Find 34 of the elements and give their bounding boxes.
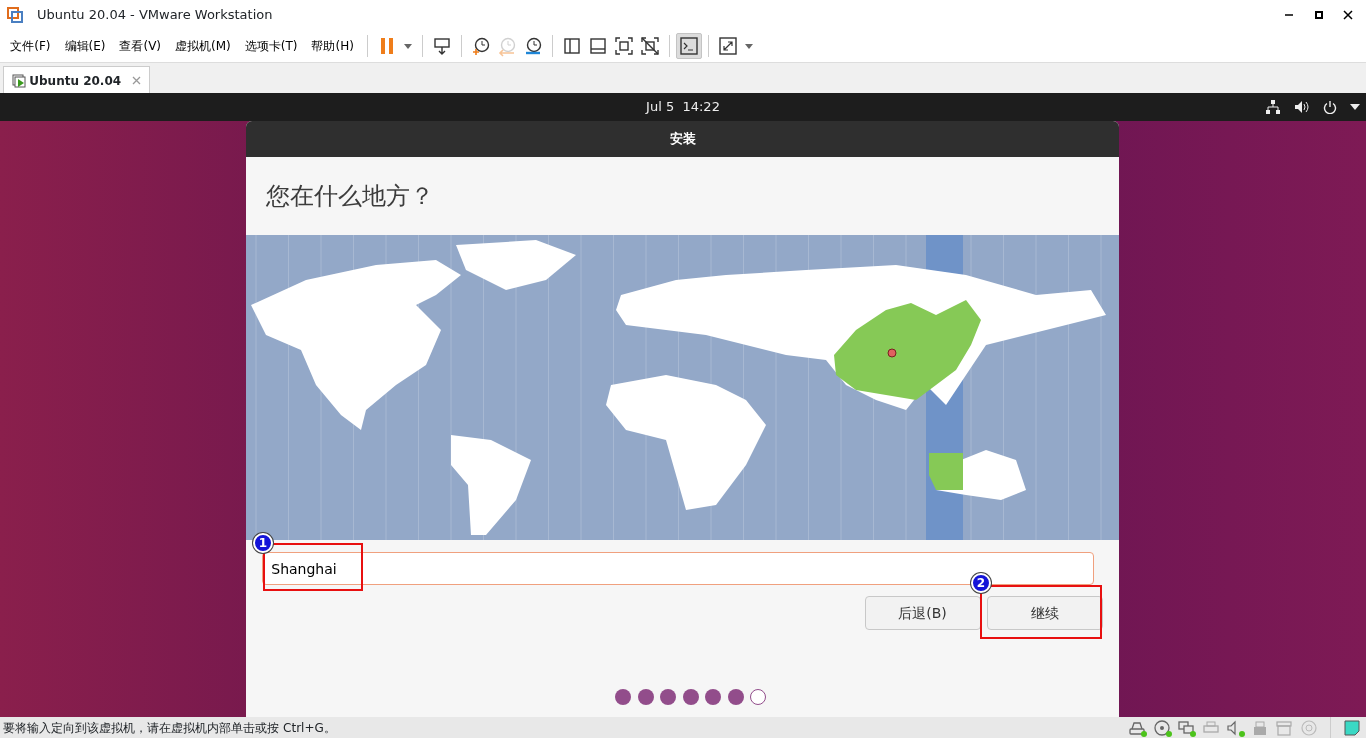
annotation-number: 2 [971, 573, 991, 593]
menu-item[interactable]: 虚拟机(M) [168, 37, 238, 55]
monitors-icon[interactable] [1177, 719, 1195, 736]
close-icon[interactable] [1343, 10, 1353, 20]
maximize-icon[interactable] [1313, 10, 1324, 20]
back-button[interactable]: 后退(B) [864, 596, 981, 630]
note-icon[interactable] [1343, 719, 1360, 736]
tab-label: Ubuntu 20.04 [29, 72, 122, 90]
disc-icon[interactable] [1152, 719, 1171, 736]
terminal-button[interactable] [675, 33, 702, 59]
crossed-window-icon [638, 35, 661, 57]
page-heading: 您在什么地方？ [266, 181, 434, 212]
terminal-icon [677, 35, 700, 57]
dropdown-caret-icon[interactable] [1349, 104, 1360, 110]
vm-tab[interactable]: Ubuntu 20.04 [3, 66, 151, 94]
annotation-number: 1 [253, 533, 273, 553]
world-map-drawing[interactable] [246, 235, 1119, 540]
menu-item[interactable]: 编辑(E) [57, 37, 113, 55]
power-icon[interactable] [1322, 100, 1337, 114]
fullscreen-icon [612, 35, 635, 57]
hard-disk-icon[interactable] [1128, 719, 1146, 736]
network-icon[interactable] [1264, 100, 1281, 114]
clock-text[interactable]: Jul 5 14:22 [646, 97, 720, 117]
app-logo-icon [7, 7, 23, 23]
status-message: 要将输入定向到该虚拟机，请在虚拟机内部单击或按 Ctrl+G。 [2, 719, 336, 737]
menu-item[interactable]: 文件(F) [3, 37, 58, 55]
vm-tab-icon [12, 73, 26, 88]
menu-item[interactable]: 帮助(H) [304, 37, 361, 55]
menu-item[interactable]: 查看(V) [112, 37, 169, 55]
window-title: Ubuntu 20.04 - VMware Workstation [37, 6, 273, 25]
speaker-icon[interactable] [1293, 100, 1310, 114]
dialog-title: 安装 [246, 121, 1119, 157]
menu-item[interactable]: 选项卡(T) [237, 37, 305, 55]
continue-button[interactable]: 继续 [987, 596, 1103, 630]
